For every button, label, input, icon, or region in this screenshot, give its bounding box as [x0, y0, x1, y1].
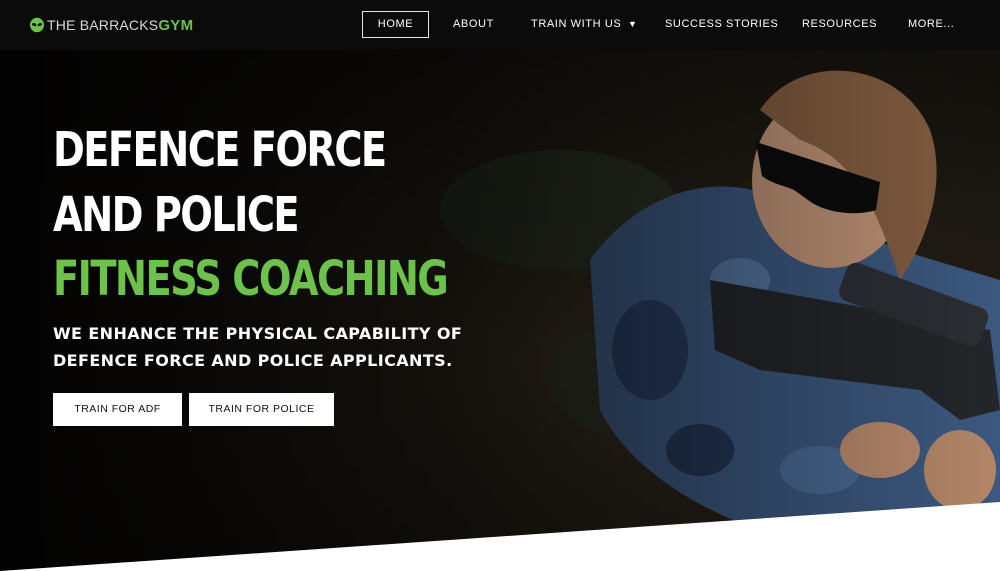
nav-more-label: MORE... — [908, 18, 955, 30]
nav-resources-label: RESOURCES — [802, 18, 878, 30]
hero-headline-line3: FITNESS COACHING — [53, 251, 449, 307]
nav-about[interactable]: ABOUT — [453, 11, 494, 38]
logo-text: THE BARRACKS — [47, 17, 159, 33]
nav-home[interactable]: HOME — [362, 11, 429, 38]
dropdown-caret-icon: ▼ — [627, 19, 638, 29]
nav-train-with-us-label: TRAIN WITH US — [531, 18, 622, 30]
hero-headline-line2: AND POLICE — [53, 187, 300, 243]
train-for-police-label: TRAIN FOR POLICE — [208, 403, 315, 415]
site-header: THE BARRACKS GYM HOME ABOUT TRAIN WITH U… — [0, 0, 1000, 50]
train-for-adf-label: TRAIN FOR ADF — [74, 403, 161, 415]
nav-more[interactable]: MORE... — [908, 11, 954, 38]
nav-about-label: ABOUT — [453, 18, 494, 30]
nav-success-stories-label: SUCCESS STORIES — [665, 18, 779, 30]
nav-success-stories[interactable]: SUCCESS STORIES — [665, 11, 778, 38]
site-logo[interactable]: THE BARRACKS GYM — [29, 15, 193, 35]
nav-resources[interactable]: RESOURCES — [802, 11, 877, 38]
logo-text-accent: GYM — [158, 16, 194, 34]
train-for-police-button[interactable]: TRAIN FOR POLICE — [189, 393, 334, 426]
hero-subheadline: WE ENHANCE THE PHYSICAL CAPABILITY OF DE… — [53, 324, 463, 370]
nav-home-label: HOME — [377, 18, 414, 30]
alien-head-icon — [30, 17, 44, 33]
train-for-adf-button[interactable]: TRAIN FOR ADF — [53, 393, 182, 426]
hero-section: DEFENCE FORCE AND POLICE FITNESS COACHIN… — [0, 50, 1000, 571]
hero-headline-line1: DEFENCE FORCE — [53, 122, 387, 178]
nav-train-with-us[interactable]: TRAIN WITH US ▼ — [531, 11, 637, 38]
